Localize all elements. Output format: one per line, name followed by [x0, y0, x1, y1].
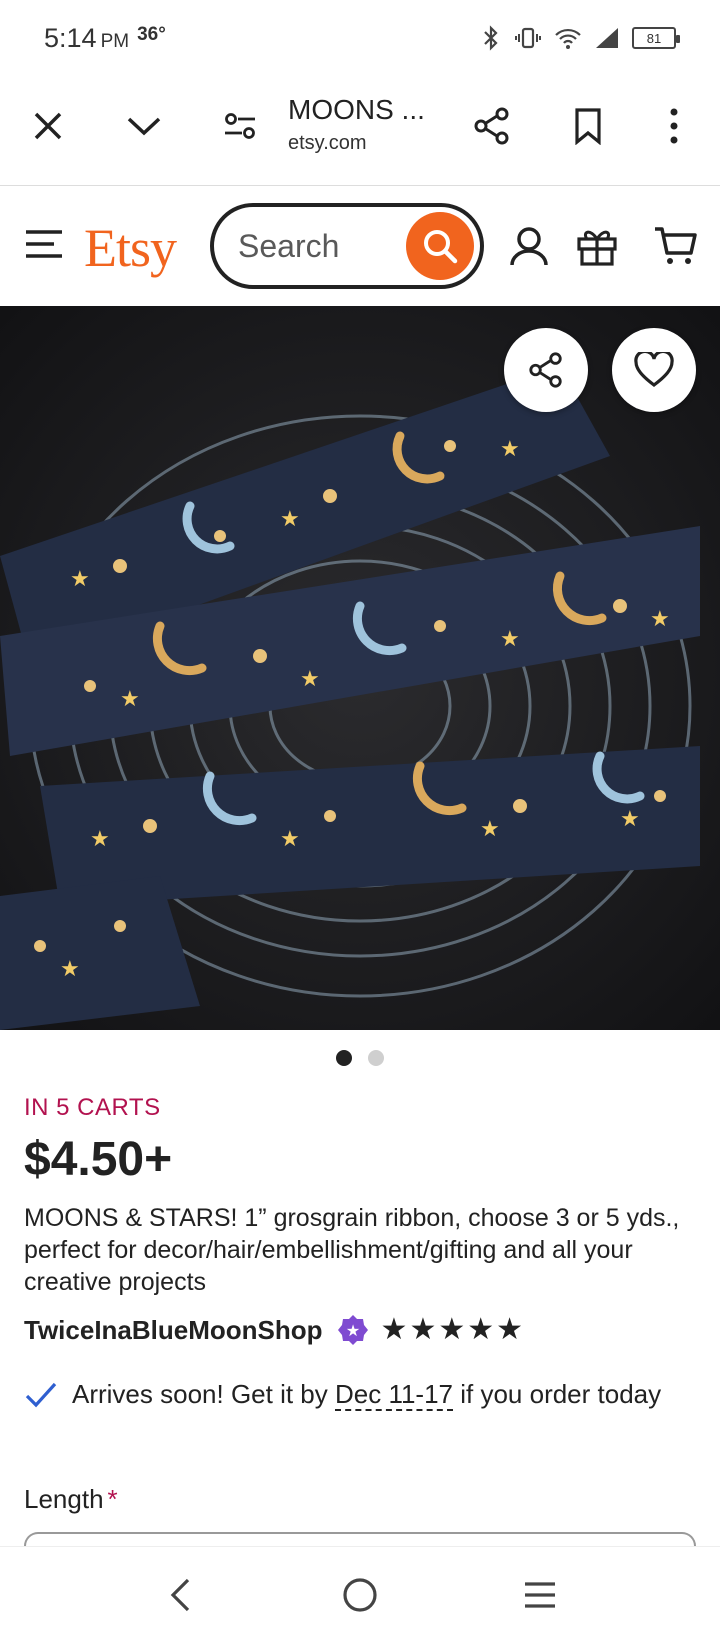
gifts-button[interactable] — [572, 221, 622, 271]
product-image[interactable]: ★ ★ ★ ★ ★ ★ ★ ★ ★ ★ ★ ★ — [0, 306, 720, 1030]
bookmark-button[interactable] — [558, 96, 618, 156]
minimize-button[interactable] — [114, 96, 174, 156]
status-time: 5:14 PM — [44, 22, 130, 53]
svg-text:★: ★ — [500, 627, 520, 652]
required-marker: * — [107, 1484, 118, 1514]
shop-row: TwiceInaBlueMoonShop ★ ★ ★ ★ ★ ★ — [24, 1314, 523, 1346]
image-carousel-indicator — [0, 1050, 720, 1066]
star-icon: ★ — [438, 1313, 466, 1346]
back-button[interactable] — [152, 1567, 208, 1623]
share-icon — [529, 352, 562, 388]
svg-text:★: ★ — [120, 687, 140, 712]
svg-text:★: ★ — [500, 437, 520, 462]
shop-name-link[interactable]: TwiceInaBlueMoonShop — [24, 1315, 323, 1346]
tab-title-area[interactable]: MOONS ... etsy.com — [288, 94, 448, 155]
svg-text:★: ★ — [620, 807, 640, 832]
cart-button[interactable] — [650, 221, 700, 271]
etsy-logo[interactable]: Etsy — [84, 217, 177, 279]
product-price: $4.50+ — [24, 1133, 173, 1186]
svg-text:★: ★ — [70, 567, 90, 592]
in-carts-badge: IN 5 CARTS — [24, 1094, 161, 1121]
svg-text:★: ★ — [90, 827, 110, 852]
tab-title: MOONS ... — [288, 94, 425, 125]
close-tab-button[interactable] — [18, 96, 78, 156]
etsy-header: Etsy — [0, 187, 720, 305]
search-button[interactable] — [406, 212, 474, 280]
home-button[interactable] — [332, 1567, 388, 1623]
share-page-button[interactable] — [462, 96, 522, 156]
svg-text:★: ★ — [480, 817, 500, 842]
star-icon: ★ — [380, 1313, 408, 1346]
star-icon: ★ — [496, 1313, 524, 1346]
svg-text:★: ★ — [280, 507, 300, 532]
battery-icon: 81 — [632, 27, 680, 49]
star-seller-badge-icon: ★ — [337, 1315, 368, 1345]
favorite-button[interactable] — [612, 328, 696, 412]
delivery-estimate: Arrives soon! Get it by Dec 11-17 if you… — [24, 1376, 684, 1413]
tab-domain: etsy.com — [288, 132, 367, 154]
svg-text:★: ★ — [280, 827, 300, 852]
svg-text:★: ★ — [345, 1321, 359, 1340]
ribbon-photo: ★ ★ ★ ★ ★ ★ ★ ★ ★ ★ ★ ★ — [0, 306, 720, 1030]
wifi-icon — [555, 28, 581, 49]
search-input[interactable] — [238, 227, 398, 265]
home-circle-icon — [343, 1578, 377, 1612]
browser-toolbar: MOONS ... etsy.com — [0, 76, 720, 186]
bluetooth-icon — [484, 25, 498, 51]
system-nav-bar — [0, 1546, 720, 1639]
rating-stars[interactable]: ★ ★ ★ ★ ★ — [381, 1315, 524, 1345]
back-icon — [170, 1578, 190, 1612]
hamburger-menu-icon — [26, 230, 62, 258]
menu-button[interactable] — [24, 229, 64, 265]
user-icon — [510, 227, 548, 266]
recents-menu-icon — [525, 1582, 555, 1608]
settings-sliders-icon — [225, 113, 255, 139]
bookmark-icon — [575, 108, 601, 145]
star-icon: ★ — [467, 1313, 495, 1346]
checkmark-icon — [25, 1382, 57, 1408]
delivery-date-link[interactable]: Dec 11-17 — [334, 1379, 454, 1411]
recents-button[interactable] — [512, 1567, 568, 1623]
star-icon: ★ — [409, 1313, 437, 1346]
account-button[interactable] — [504, 221, 554, 271]
more-options-button[interactable] — [644, 96, 704, 156]
svg-text:★: ★ — [650, 607, 670, 632]
cart-icon — [655, 227, 697, 264]
length-label: Length * — [24, 1484, 118, 1514]
svg-text:★: ★ — [60, 957, 80, 982]
site-settings-button[interactable] — [210, 96, 270, 156]
status-bar: 5:14 PM 36° 81 — [0, 0, 720, 76]
delivery-text: Arrives soon! Get it by Dec 11-17 if you… — [72, 1379, 662, 1411]
status-temperature: 36° — [137, 24, 166, 45]
share-icon — [474, 107, 509, 145]
more-vertical-icon — [670, 108, 678, 144]
close-icon — [34, 112, 62, 140]
signal-icon — [596, 28, 618, 48]
gift-icon — [577, 230, 617, 266]
search-box[interactable] — [210, 203, 484, 289]
carousel-dot[interactable] — [368, 1050, 384, 1066]
share-image-button[interactable] — [504, 328, 588, 412]
product-title: MOONS & STARS! 1” grosgrain ribbon, choo… — [24, 1204, 680, 1296]
search-icon — [424, 230, 458, 264]
heart-icon — [634, 352, 674, 388]
chevron-down-icon — [127, 117, 161, 136]
svg-text:★: ★ — [300, 667, 320, 692]
carousel-dot-active[interactable] — [336, 1050, 352, 1066]
vibrate-icon — [515, 27, 541, 49]
